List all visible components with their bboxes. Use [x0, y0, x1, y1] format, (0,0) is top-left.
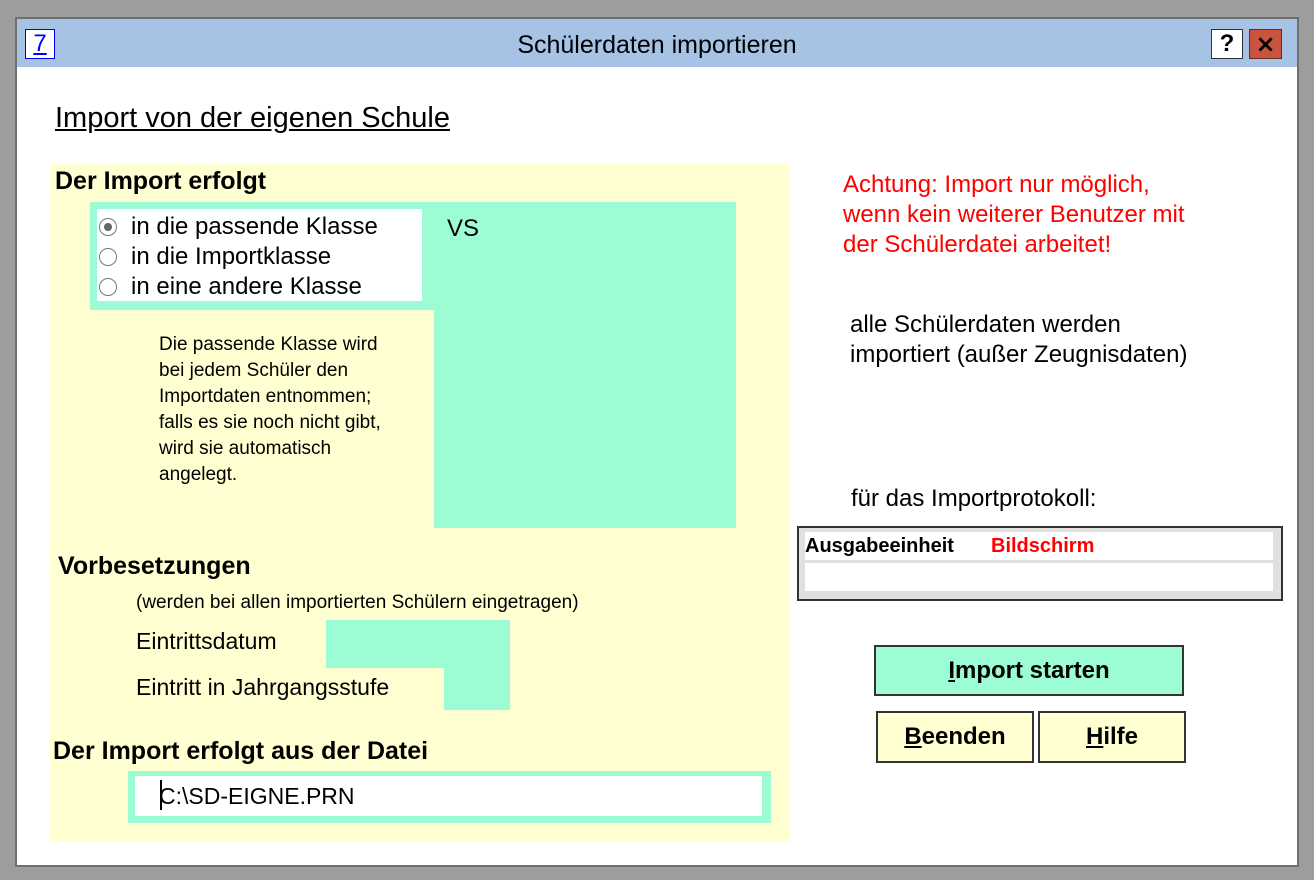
warning-line: wenn kein weiterer Benutzer mit: [843, 201, 1185, 228]
button-label: eenden: [921, 723, 1006, 750]
import-file-input[interactable]: [135, 776, 762, 816]
info-line: alle Schülerdaten werden: [850, 311, 1121, 338]
button-label: ilfe: [1103, 723, 1139, 750]
entry-date-label: Eintrittsdatum: [136, 628, 277, 654]
text-caret: [160, 780, 162, 810]
radio-unselected-icon: [99, 278, 117, 296]
import-target-radio-group: in die passende Klasse in die Importklas…: [97, 209, 422, 301]
start-import-button[interactable]: Import starten: [874, 645, 1184, 696]
output-device-label: Ausgabeeinheit: [805, 535, 954, 557]
defaults-subtitle: (werden bei allen importierten Schülern …: [136, 592, 579, 613]
radio-option-label: in die Importklasse: [131, 243, 332, 270]
warning-message: Achtung: Import nur möglich, wenn kein w…: [843, 170, 1263, 260]
import-file-title: Der Import erfolgt aus der Datei: [53, 737, 429, 765]
radio-option-matching-class[interactable]: in die passende Klasse: [99, 212, 378, 242]
note-line: Die passende Klasse wird: [159, 334, 378, 355]
close-icon[interactable]: ×: [1249, 29, 1282, 59]
output-device-value[interactable]: Bildschirm: [991, 535, 1094, 558]
import-info: alle Schülerdaten werden importiert (auß…: [850, 310, 1270, 370]
window-title: Schülerdaten importieren: [517, 31, 797, 59]
protocol-label: für das Importprotokoll:: [851, 485, 1097, 512]
matching-class-note: Die passende Klasse wird bei jedem Schül…: [159, 332, 419, 488]
note-line: wird sie automatisch: [159, 438, 332, 459]
page-heading: Import von der eigenen Schule: [55, 102, 450, 134]
class-list-item[interactable]: VS: [447, 215, 479, 243]
note-line: bei jedem Schüler den: [159, 360, 349, 381]
mnemonic-letter: B: [904, 723, 922, 750]
defaults-title: Vorbesetzungen: [58, 552, 251, 580]
radio-unselected-icon: [99, 248, 117, 266]
exit-button[interactable]: Beenden: [876, 711, 1034, 763]
note-line: Importdaten entnommen;: [159, 386, 372, 407]
button-label: mport starten: [954, 656, 1110, 684]
entry-date-field[interactable]: [326, 620, 510, 668]
radio-option-label: in die passende Klasse: [131, 213, 378, 240]
warning-line: Achtung: Import nur möglich,: [843, 171, 1150, 198]
mnemonic-letter: I: [948, 656, 955, 684]
import-target-title: Der Import erfolgt: [55, 167, 267, 195]
grade-level-field[interactable]: [444, 668, 510, 710]
grade-level-label: Eintritt in Jahrgangsstufe: [136, 674, 390, 700]
radio-option-other-class[interactable]: in eine andere Klasse: [99, 272, 362, 302]
note-line: falls es sie noch nicht gibt,: [159, 412, 381, 433]
radio-option-import-class[interactable]: in die Importklasse: [99, 242, 331, 272]
info-line: importiert (außer Zeugnisdaten): [850, 341, 1188, 368]
help-icon[interactable]: ?: [1211, 29, 1243, 59]
mnemonic-letter: H: [1085, 723, 1104, 750]
radio-selected-icon: [99, 218, 117, 236]
radio-option-label: in eine andere Klasse: [131, 273, 362, 300]
note-line: angelegt.: [159, 464, 238, 485]
help-button[interactable]: Hilfe: [1038, 711, 1186, 763]
output-device-row-empty[interactable]: [805, 563, 1273, 591]
warning-line: der Schülerdatei arbeitet!: [843, 231, 1112, 258]
